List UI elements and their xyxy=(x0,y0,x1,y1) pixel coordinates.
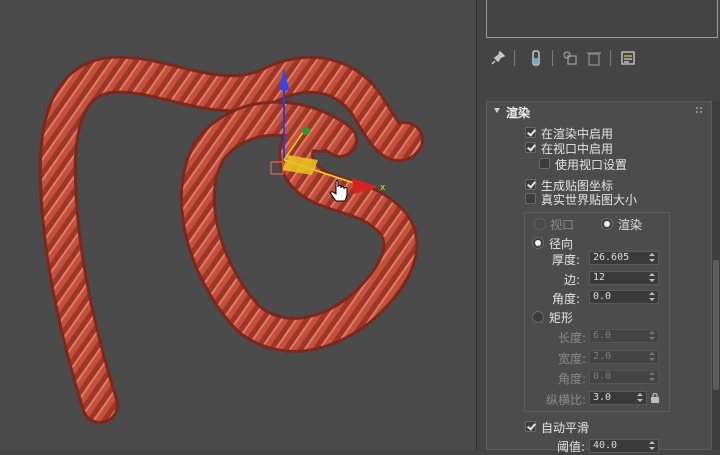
modifier-stack-list[interactable] xyxy=(486,0,718,38)
thickness-label: 厚度: xyxy=(552,253,581,267)
use-viewport-settings-checkbox[interactable] xyxy=(539,158,550,169)
sides-value: 12 xyxy=(593,272,606,283)
width-label: 宽度: xyxy=(558,352,587,366)
radial-angle-label: 角度: xyxy=(552,292,581,306)
spinner-arrows-icon[interactable] xyxy=(649,372,655,382)
enable-in-viewport-label: 在视口中启用 xyxy=(541,142,614,156)
real-world-map-size-label: 真实世界贴图大小 xyxy=(541,193,638,207)
thickness-spinner[interactable]: 26.605 xyxy=(589,251,659,265)
radial-angle-value: 0.0 xyxy=(593,291,612,302)
rect-angle-label: 角度: xyxy=(558,372,587,386)
delete-modifier-icon[interactable] xyxy=(586,50,602,66)
spinner-arrows-icon[interactable] xyxy=(649,273,655,283)
radial-angle-spinner[interactable]: 0.0 xyxy=(589,290,659,304)
use-viewport-settings-label: 使用视口设置 xyxy=(555,158,628,172)
make-unique-icon[interactable] xyxy=(562,50,578,66)
width-spinner[interactable]: 2.0 xyxy=(589,350,659,364)
scrollbar-thumb[interactable] xyxy=(713,260,719,390)
thickness-value: 26.605 xyxy=(593,252,630,263)
rope-scene: x xyxy=(38,55,424,424)
aspect-value: 3.0 xyxy=(593,392,612,403)
length-label: 长度: xyxy=(558,331,587,345)
lock-icon[interactable] xyxy=(651,393,659,403)
viewport-mode-radio[interactable] xyxy=(534,218,546,230)
viewport-mode-label: 视口 xyxy=(550,218,575,232)
pin-icon[interactable] xyxy=(490,50,506,66)
spinner-arrows-icon[interactable] xyxy=(649,292,655,302)
rope-object xyxy=(38,55,424,424)
sides-label: 边: xyxy=(564,273,581,287)
rectangular-radio[interactable] xyxy=(532,311,544,323)
threshold-value: 40.0 xyxy=(593,440,618,451)
toolbar-separator xyxy=(514,50,515,66)
aspect-label: 纵横比: xyxy=(546,393,587,407)
gizmo-x-label: x xyxy=(380,183,386,193)
rollout-drag-handle-icon[interactable] xyxy=(696,107,702,115)
spinner-arrows-icon[interactable] xyxy=(649,331,655,341)
configure-modifier-sets-icon[interactable] xyxy=(620,50,636,66)
panel-resize-grip[interactable] xyxy=(594,93,608,104)
render-mode-label: 渲染 xyxy=(618,218,643,232)
rollout-title: 渲染 xyxy=(506,106,531,120)
rect-angle-value: 0.0 xyxy=(593,371,612,382)
threshold-label: 阈值: xyxy=(557,440,586,454)
collapse-arrow-icon[interactable] xyxy=(494,108,500,113)
radial-label: 径向 xyxy=(549,237,574,251)
auto-smooth-label: 自动平滑 xyxy=(541,421,590,435)
radial-radio[interactable] xyxy=(532,237,544,249)
auto-smooth-checkbox[interactable] xyxy=(525,421,536,432)
rectangular-label: 矩形 xyxy=(549,311,574,325)
enable-in-renderer-checkbox[interactable] xyxy=(525,127,536,138)
sides-spinner[interactable]: 12 xyxy=(589,271,659,285)
threshold-spinner[interactable]: 40.0 xyxy=(589,439,659,453)
aspect-spinner[interactable]: 3.0 xyxy=(589,391,647,405)
toolbar-separator xyxy=(610,50,611,66)
modifier-stack-icon[interactable] xyxy=(528,50,544,66)
spinner-arrows-icon[interactable] xyxy=(637,393,643,403)
generate-mapping-coords-checkbox[interactable] xyxy=(525,179,536,190)
width-value: 2.0 xyxy=(593,351,612,362)
length-spinner[interactable]: 6.0 xyxy=(589,329,659,343)
modifier-toolbar xyxy=(486,46,718,70)
render-mode-radio[interactable] xyxy=(601,218,613,230)
spinner-arrows-icon[interactable] xyxy=(649,253,655,263)
viewport[interactable]: x xyxy=(0,0,476,450)
real-world-map-size-checkbox[interactable] xyxy=(525,193,536,204)
length-value: 6.0 xyxy=(593,330,612,341)
rect-angle-spinner[interactable]: 0.0 xyxy=(589,370,659,384)
enable-in-viewport-checkbox[interactable] xyxy=(525,142,536,153)
toolbar-separator xyxy=(552,50,553,66)
spinner-arrows-icon[interactable] xyxy=(649,352,655,362)
